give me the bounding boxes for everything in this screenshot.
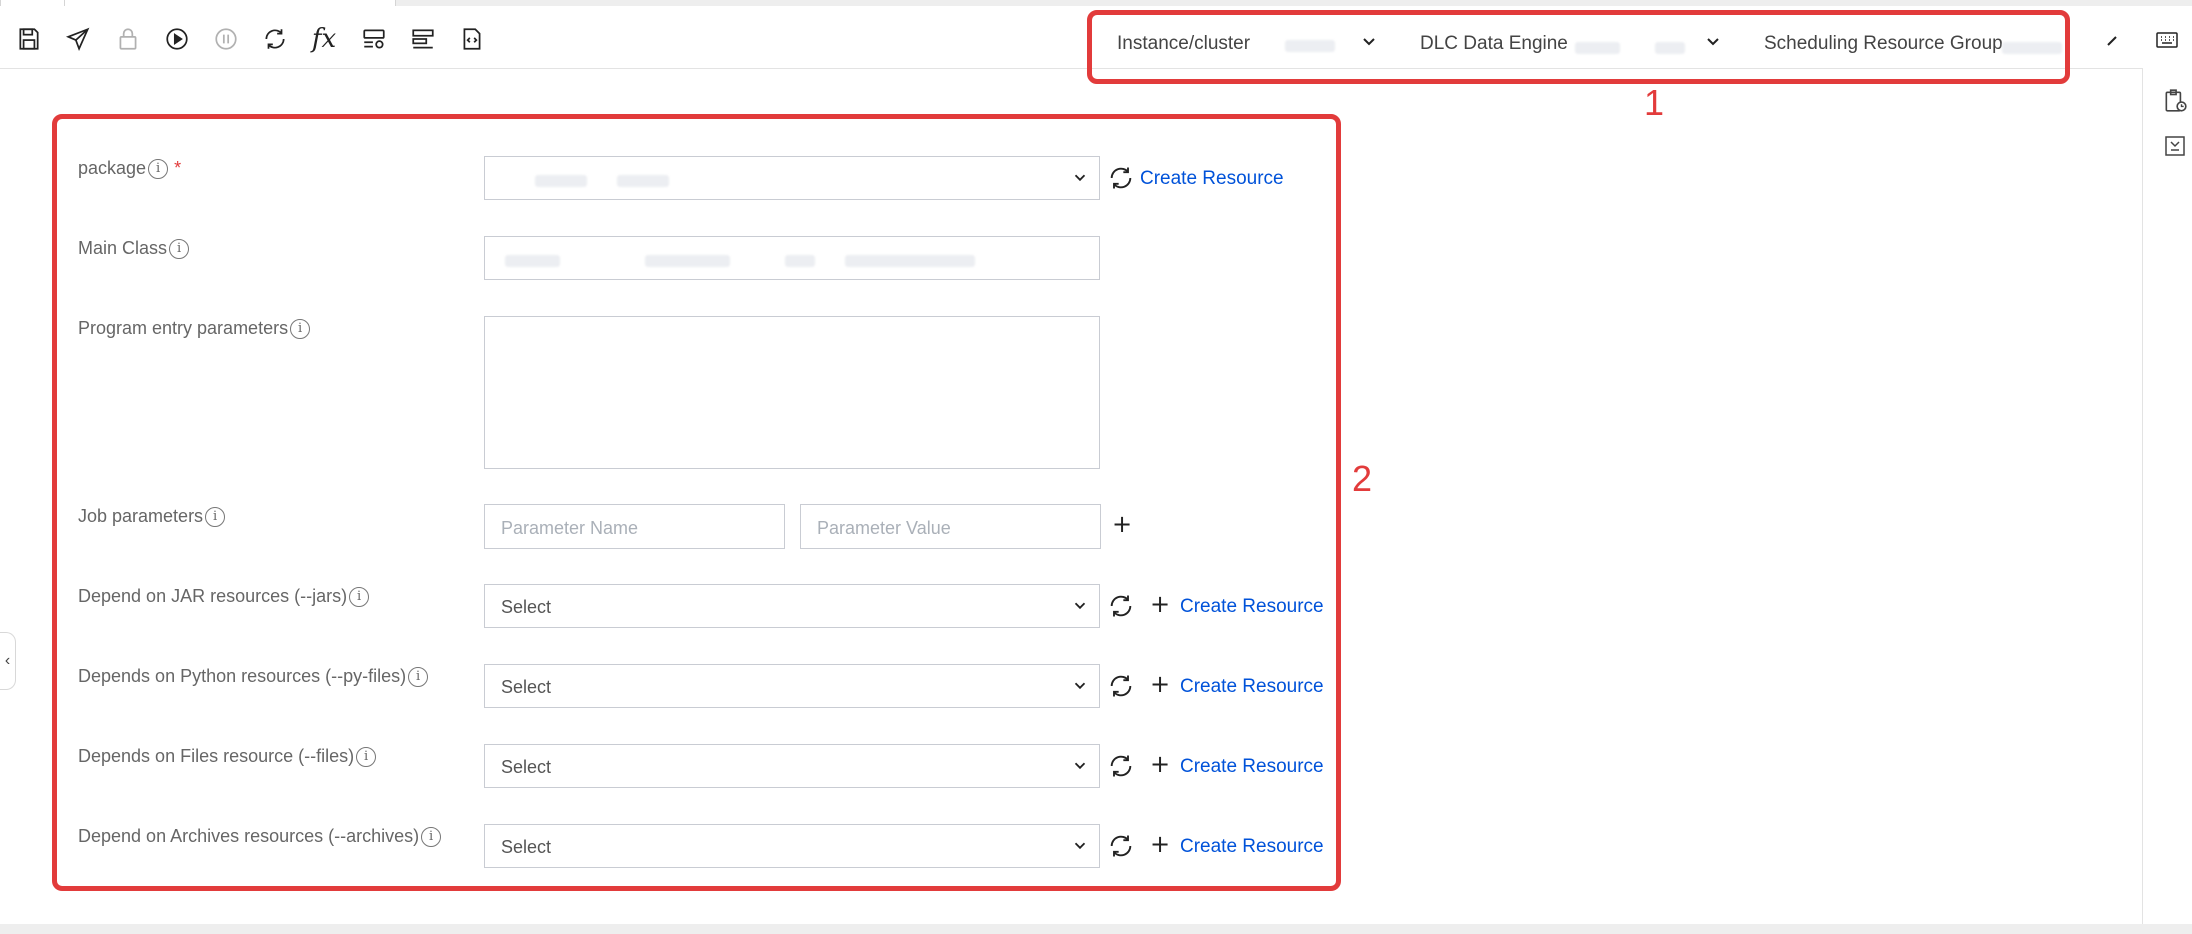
refresh-icon[interactable] xyxy=(1107,164,1135,192)
sidebar-expand-toggle[interactable]: ‹ xyxy=(0,632,16,690)
create-resource-link[interactable]: Create Resource xyxy=(1140,168,1284,190)
function-icon[interactable]: fx xyxy=(309,24,339,54)
refresh-icon[interactable] xyxy=(1107,592,1135,620)
py-files-dependency-select[interactable]: Select xyxy=(484,664,1100,708)
refresh-icon[interactable] xyxy=(1107,752,1135,780)
chevron-down-icon xyxy=(1074,602,1086,610)
collapse-down-icon[interactable] xyxy=(2163,134,2187,158)
layout-icon[interactable] xyxy=(408,24,438,54)
redacted-value xyxy=(535,175,587,187)
package-label: package i * xyxy=(78,158,182,179)
annotation-box-1 xyxy=(1087,10,2070,84)
schedule-settings-icon[interactable] xyxy=(359,24,389,54)
create-resource-link[interactable]: Create Resource xyxy=(1180,596,1324,618)
info-icon[interactable]: i xyxy=(356,746,377,767)
redacted-value xyxy=(785,255,815,267)
info-icon[interactable]: i xyxy=(205,506,226,527)
archives-dependency-select[interactable]: Select xyxy=(484,824,1100,868)
lock-icon[interactable] xyxy=(113,24,143,54)
refresh-icon[interactable] xyxy=(1107,832,1135,860)
info-icon[interactable]: i xyxy=(421,826,442,847)
create-resource-link[interactable]: Create Resource xyxy=(1180,676,1324,698)
chevron-down-icon xyxy=(1074,762,1086,770)
publish-icon[interactable] xyxy=(63,24,93,54)
refresh-icon[interactable] xyxy=(260,24,290,54)
redacted-value xyxy=(505,255,560,267)
package-select[interactable] xyxy=(484,156,1100,200)
add-resource-button[interactable]: + xyxy=(1150,830,1170,858)
parameter-value-input[interactable]: Parameter Value xyxy=(800,504,1101,549)
job-parameters-label: Job parameters i xyxy=(78,506,226,527)
redacted-value xyxy=(845,255,975,267)
redacted-value xyxy=(617,175,669,187)
pause-icon[interactable] xyxy=(211,24,241,54)
edit-icon[interactable] xyxy=(2104,33,2120,49)
annotation-number-1: 1 xyxy=(1644,82,1665,123)
keyboard-icon[interactable] xyxy=(2155,28,2179,52)
info-icon[interactable]: i xyxy=(349,586,370,607)
history-clipboard-icon[interactable] xyxy=(2162,88,2188,114)
chevron-down-icon xyxy=(1074,682,1086,690)
files-dependency-select[interactable]: Select xyxy=(484,744,1100,788)
program-entry-label: Program entry parameters i xyxy=(78,318,311,339)
parameter-name-input[interactable]: Parameter Name xyxy=(484,504,785,549)
info-icon[interactable]: i xyxy=(408,666,429,687)
jars-dependency-label: Depend on JAR resources (--jars) i xyxy=(78,586,370,607)
add-resource-button[interactable]: + xyxy=(1150,590,1170,618)
run-icon[interactable] xyxy=(162,24,192,54)
bottom-bar xyxy=(0,924,2192,934)
info-icon[interactable]: i xyxy=(148,158,169,179)
code-file-icon[interactable] xyxy=(457,24,487,54)
chevron-down-icon xyxy=(1074,174,1086,182)
required-marker: * xyxy=(174,158,182,178)
files-dependency-label: Depends on Files resource (--files) i xyxy=(78,746,377,767)
add-resource-button[interactable]: + xyxy=(1150,670,1170,698)
add-resource-button[interactable]: + xyxy=(1150,750,1170,778)
main-class-input[interactable] xyxy=(484,236,1100,280)
create-resource-link[interactable]: Create Resource xyxy=(1180,756,1324,778)
chevron-left-icon: ‹ xyxy=(4,652,11,669)
info-icon[interactable]: i xyxy=(169,238,190,259)
right-sidebar xyxy=(2142,68,2192,925)
info-icon[interactable]: i xyxy=(290,318,311,339)
py-files-dependency-label: Depends on Python resources (--py-files)… xyxy=(78,666,429,687)
chevron-down-icon xyxy=(1074,842,1086,850)
annotation-number-2: 2 xyxy=(1352,458,1373,499)
add-parameter-button[interactable]: + xyxy=(1112,510,1132,538)
main-class-label: Main Class i xyxy=(78,238,190,259)
save-icon[interactable] xyxy=(14,24,44,54)
redacted-value xyxy=(645,255,730,267)
refresh-icon[interactable] xyxy=(1107,672,1135,700)
jars-dependency-select[interactable]: Select xyxy=(484,584,1100,628)
archives-dependency-label: Depend on Archives resources (--archives… xyxy=(78,826,442,847)
program-entry-textarea[interactable] xyxy=(484,316,1100,469)
create-resource-link[interactable]: Create Resource xyxy=(1180,836,1324,858)
